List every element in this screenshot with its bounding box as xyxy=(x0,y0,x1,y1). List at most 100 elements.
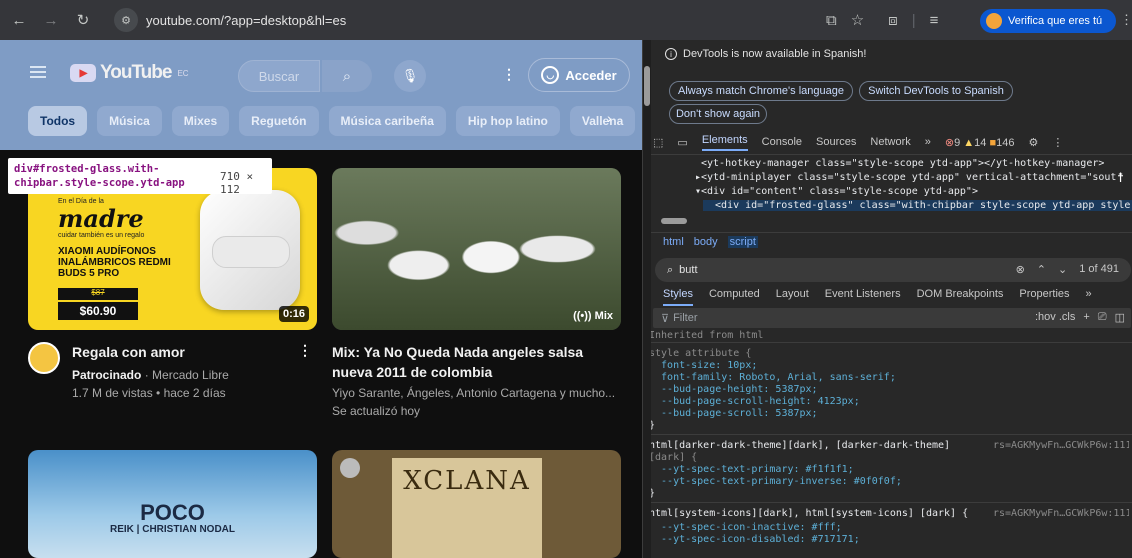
region-code: EC xyxy=(177,68,189,78)
tooltip-selector: div#frosted-glass.with-chipbar.style-sco… xyxy=(14,163,185,189)
video-thumbnail[interactable]: ((•)) Mix xyxy=(332,168,621,330)
banner-text: DevTools is now available in Spanish! xyxy=(683,48,867,60)
style-line[interactable]: font-size: 10px; xyxy=(649,360,1129,372)
next-match-icon[interactable]: ⌄ xyxy=(1058,263,1067,276)
horizontal-scrollbar[interactable] xyxy=(661,218,687,224)
frosted-glass-header: ▶ YouTube EC Buscar ⌕ 🎙 ⋮ ◡ Acceder Todo… xyxy=(0,40,642,150)
channel-avatar[interactable] xyxy=(28,342,60,374)
clear-search-icon[interactable]: ⊗ xyxy=(1016,263,1025,276)
dom-line-selected[interactable]: <div id="frosted-glass" class="with-chip… xyxy=(703,200,1132,211)
bookmark-star-icon[interactable]: ☆ xyxy=(851,11,864,29)
page-scrollbar[interactable] xyxy=(643,40,651,558)
style-line[interactable]: --bud-page-scroll-height: 4123px; xyxy=(649,396,1129,408)
dom-search-input[interactable]: ⌕ butt ⊗ ⌃ ⌄ 1 of 491 xyxy=(655,258,1131,282)
new-rule-icon[interactable]: + xyxy=(1083,311,1089,324)
back-arrow-icon[interactable]: ← xyxy=(6,7,32,33)
style-line[interactable]: --yt-spec-text-primary: #f1f1f1; xyxy=(649,464,1129,476)
chip-mixes[interactable]: Mixes xyxy=(171,106,230,136)
chevron-right-icon[interactable]: › xyxy=(607,110,612,126)
style-line[interactable]: --yt-spec-text-primary-inverse: #0f0f0f; xyxy=(649,476,1129,488)
settings-menu-icon[interactable]: ⋮ xyxy=(502,66,516,83)
chip-vallenato[interactable]: Vallena xyxy=(569,106,636,136)
search-input[interactable]: Buscar xyxy=(238,60,320,92)
subtab-dom-breakpoints[interactable]: DOM Breakpoints xyxy=(917,288,1004,306)
microphone-icon: 🎙 xyxy=(401,68,419,83)
previous-match-icon[interactable]: ⌃ xyxy=(1037,263,1046,276)
sponsored-label: Patrocinado xyxy=(72,368,142,382)
video-title[interactable]: Mix: Ya No Queda Nada angeles salsa nuev… xyxy=(332,342,622,382)
profile-avatar-icon xyxy=(986,13,1002,29)
element-pin-icon[interactable]: ☨ xyxy=(1117,170,1124,186)
crumb-html[interactable]: html xyxy=(663,236,684,248)
rule-selector: html[system-icons][dark], html[system-ic… xyxy=(649,508,969,519)
devtools-menu-icon[interactable]: ⋮ xyxy=(1052,136,1063,149)
dom-line[interactable]: ▸<ytd-miniplayer class="style-scope ytd-… xyxy=(695,172,1116,183)
styles-filter-input[interactable]: ⊽ Filter :hov .cls + ⎚ ◫ xyxy=(653,308,1131,328)
ad-note: cuidar también es un regalo xyxy=(58,232,145,239)
video-thumbnail[interactable]: XCLANA xyxy=(332,450,621,558)
video-updated: Se actualizó hoy xyxy=(332,404,421,418)
chip-musica[interactable]: Música xyxy=(97,106,162,136)
subtab-layout[interactable]: Layout xyxy=(776,288,809,306)
status-counters[interactable]: ⊗9 ▲14 ■146 xyxy=(945,136,1015,149)
styles-subtabs: Styles Computed Layout Event Listeners D… xyxy=(663,288,1092,306)
youtube-logo[interactable]: ▶ YouTube EC xyxy=(70,62,189,84)
style-line[interactable]: font-family: Roboto, Arial, sans-serif; xyxy=(649,372,1129,384)
subtab-styles[interactable]: Styles xyxy=(663,288,693,306)
inspect-icon[interactable]: ⬚ xyxy=(653,136,663,149)
voice-search-button[interactable]: 🎙 xyxy=(394,60,426,92)
install-app-icon[interactable]: ⧉ xyxy=(826,12,837,29)
more-subtabs-icon[interactable]: » xyxy=(1086,288,1092,306)
video-thumbnail[interactable]: POCO REIK | CHRISTIAN NODAL xyxy=(28,450,317,558)
verify-profile-button[interactable]: Verifica que eres tú xyxy=(980,9,1116,33)
crumb-body[interactable]: body xyxy=(694,236,718,248)
style-line[interactable]: --bud-page-scroll: 5387px; xyxy=(649,408,1129,420)
dont-show-again-button[interactable]: Don't show again xyxy=(669,104,767,124)
sidebar-toggle-icon[interactable]: ◫ xyxy=(1115,311,1125,324)
device-toolbar-icon[interactable]: ▭ xyxy=(677,136,687,149)
mix-icon xyxy=(340,458,360,478)
rule-source-link[interactable]: rs=AGKMywFn…GCWkP6w:111 xyxy=(993,508,1129,520)
subtab-properties[interactable]: Properties xyxy=(1019,288,1069,306)
toolbar-divider: | xyxy=(911,11,916,29)
rule-source-link[interactable]: rs=AGKMywFn…GCWkP6w:111 xyxy=(993,440,1129,452)
divider xyxy=(643,502,1132,503)
chip-hip-hop-latino[interactable]: Hip hop latino xyxy=(455,106,560,136)
switch-language-button[interactable]: Switch DevTools to Spanish xyxy=(859,81,1013,101)
chip-todos[interactable]: Todos xyxy=(28,106,88,136)
style-line[interactable]: --yt-spec-icon-inactive: #fff; xyxy=(649,522,1129,534)
browser-menu-icon[interactable]: ⋮ xyxy=(1120,12,1132,28)
site-info-icon[interactable]: ⚙ xyxy=(114,8,138,32)
dom-line[interactable]: ▾<div id="content" class="style-scope yt… xyxy=(695,186,978,197)
search-button[interactable]: ⌕ xyxy=(322,60,372,92)
video-menu-icon[interactable]: ⋮ xyxy=(298,342,312,359)
reading-list-icon[interactable]: ≡ xyxy=(930,12,939,29)
match-language-button[interactable]: Always match Chrome's language xyxy=(669,81,853,101)
tab-sources[interactable]: Sources xyxy=(816,136,856,148)
subtab-computed[interactable]: Computed xyxy=(709,288,760,306)
style-line[interactable]: --bud-page-height: 5387px; xyxy=(649,384,1129,396)
tab-network[interactable]: Network xyxy=(870,136,910,148)
more-tabs-icon[interactable]: » xyxy=(925,136,931,148)
hamburger-menu-icon[interactable] xyxy=(30,66,46,78)
filter-tools[interactable]: :hov .cls xyxy=(1035,311,1075,324)
address-bar[interactable]: ⚙ youtube.com/?app=desktop&hl=es xyxy=(114,6,820,34)
tab-console[interactable]: Console xyxy=(762,136,802,148)
devtools-settings-icon[interactable]: ⚙ xyxy=(1028,136,1038,149)
tab-elements[interactable]: Elements xyxy=(701,134,748,151)
crumb-script[interactable]: script xyxy=(727,236,758,248)
scrollbar-thumb[interactable] xyxy=(644,66,650,106)
forward-arrow-icon[interactable]: → xyxy=(38,7,64,33)
sign-in-button[interactable]: ◡ Acceder xyxy=(528,58,630,92)
chip-regueton[interactable]: Reguetón xyxy=(239,106,319,136)
subtab-event-listeners[interactable]: Event Listeners xyxy=(825,288,901,306)
toggle-element-state-icon[interactable]: ⎚ xyxy=(1098,311,1107,324)
video-title[interactable]: Regala con amor xyxy=(72,342,302,362)
duration-badge: 0:16 xyxy=(278,306,309,322)
dom-line[interactable]: <yt-hotkey-manager class="style-scope yt… xyxy=(701,158,1104,169)
extensions-icon[interactable]: ⧈ xyxy=(888,12,898,29)
reload-icon[interactable]: ↻ xyxy=(70,7,96,33)
chip-musica-caribena[interactable]: Música caribeña xyxy=(328,106,446,136)
style-line[interactable]: --yt-spec-icon-disabled: #717171; xyxy=(649,534,1129,546)
video-channel: Patrocinado · Mercado Libre xyxy=(72,366,229,384)
